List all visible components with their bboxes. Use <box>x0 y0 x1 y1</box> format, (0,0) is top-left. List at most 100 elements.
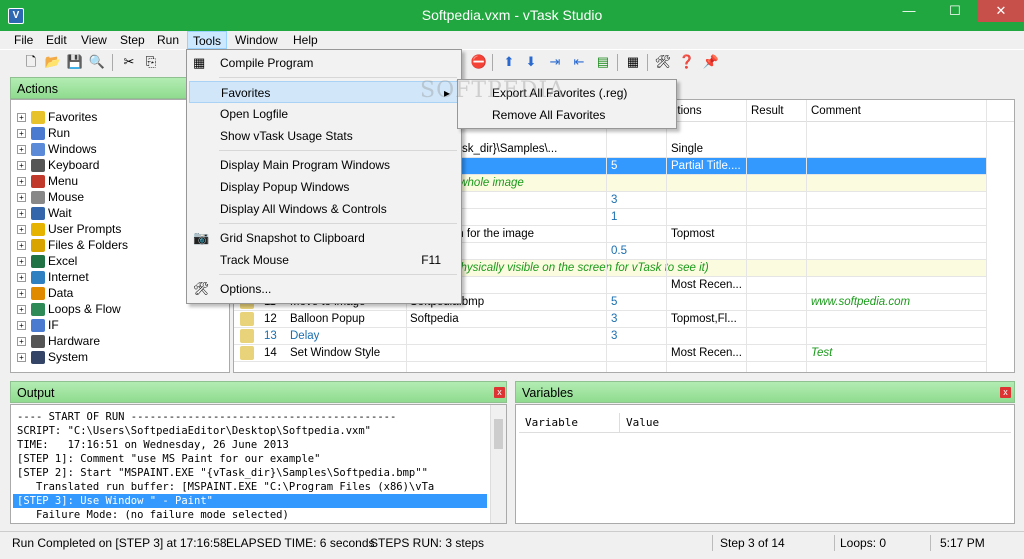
expand-icon[interactable]: + <box>17 353 26 363</box>
print-preview-icon[interactable]: 🔍 <box>88 53 106 71</box>
tools-icon[interactable]: 🛠 <box>654 53 672 71</box>
open-folder-icon[interactable]: 📂 <box>44 53 62 71</box>
tree-item[interactable]: + System <box>17 349 88 365</box>
pin-icon[interactable]: 📌 <box>702 53 720 71</box>
col-value[interactable]: Value <box>626 416 659 429</box>
tree-item[interactable]: + Excel <box>17 253 77 269</box>
expand-icon[interactable]: + <box>17 225 26 235</box>
expand-icon[interactable]: + <box>17 193 26 203</box>
expand-icon[interactable]: + <box>17 177 26 187</box>
cell-comment: Test <box>811 347 833 359</box>
tree-item[interactable]: + Wait <box>17 205 72 221</box>
cell-comment <box>811 243 981 260</box>
move-up-icon[interactable]: ⬆ <box>500 53 518 71</box>
menuitem-display-main-windows[interactable]: Display Main Program Windows <box>189 154 459 176</box>
output-line: [STEP 2]: Start "MSPAINT.EXE "{vTask_dir… <box>17 467 428 479</box>
expand-icon[interactable]: + <box>17 273 26 283</box>
tree-item[interactable]: + Loops & Flow <box>17 301 121 317</box>
expand-icon[interactable]: + <box>17 257 26 267</box>
expand-icon[interactable]: + <box>17 129 26 139</box>
menu-edit[interactable]: Edit <box>41 31 72 49</box>
tree-item[interactable]: + Internet <box>17 269 89 285</box>
move-down-icon[interactable]: ⬇ <box>522 53 540 71</box>
tree-item[interactable]: + User Prompts <box>17 221 121 237</box>
menu-window[interactable]: Window <box>230 31 283 49</box>
cell-comment <box>811 328 981 345</box>
expand-icon[interactable]: + <box>17 161 26 171</box>
cell-param: show the whole image <box>410 177 524 189</box>
expand-icon[interactable]: + <box>17 337 26 347</box>
menu-run[interactable]: Run <box>152 31 184 49</box>
tree-item[interactable]: + Menu <box>17 173 78 189</box>
menu-file[interactable]: File <box>9 31 38 49</box>
menuitem-open-logfile[interactable]: Open Logfile <box>189 103 459 125</box>
output-close-icon[interactable]: x <box>494 387 505 398</box>
expand-icon[interactable]: + <box>17 209 26 219</box>
cut-icon[interactable]: ✂ <box>120 53 138 71</box>
menuitem-favorites[interactable]: Favorites ▸ <box>189 81 459 103</box>
output-scrollbar[interactable] <box>490 405 506 523</box>
menu-step[interactable]: Step <box>115 31 150 49</box>
cell-comment <box>811 226 981 243</box>
tree-item[interactable]: + Files & Folders <box>17 237 128 253</box>
copy-icon[interactable]: ⎘ <box>142 53 160 71</box>
save-icon[interactable]: 💾 <box>66 53 84 71</box>
minimize-button[interactable]: — <box>886 0 932 22</box>
menuitem-track-mouse[interactable]: Track Mouse F11 <box>189 249 459 271</box>
col-header-result[interactable]: Result <box>751 103 784 120</box>
cell-options: Single <box>671 143 703 155</box>
menuitem-remove-favorites[interactable]: Remove All Favorites <box>460 104 674 126</box>
expand-icon[interactable]: + <box>17 289 26 299</box>
scroll-thumb[interactable] <box>494 419 503 449</box>
tree-item[interactable]: + Data <box>17 285 73 301</box>
variables-close-icon[interactable]: x <box>1000 387 1011 398</box>
menu-view[interactable]: View <box>76 31 112 49</box>
cell-result_val: 3 <box>611 313 618 325</box>
menuitem-compile-program[interactable]: Compile Program <box>189 52 459 74</box>
table-row[interactable]: 14 Set Window Style Most Recen... Test <box>234 345 986 362</box>
expand-icon[interactable]: + <box>17 321 26 331</box>
col-variable[interactable]: Variable <box>525 416 578 429</box>
menu-tools[interactable]: Tools <box>187 31 228 49</box>
cell-comment <box>811 192 981 209</box>
expand-icon[interactable]: + <box>17 113 26 123</box>
menuitem-options[interactable]: Options... <box>189 278 459 300</box>
cell-result_val: 1 <box>611 211 618 223</box>
close-button[interactable]: ✕ <box>978 0 1024 22</box>
menuitem-display-all-windows[interactable]: Display All Windows & Controls <box>189 198 459 220</box>
maximize-button[interactable]: ☐ <box>932 0 978 22</box>
output-line: ---- START OF RUN ----------------------… <box>17 411 397 423</box>
cell-options <box>671 328 746 345</box>
menuitem-show-usage-stats[interactable]: Show vTask Usage Stats <box>189 125 459 147</box>
expand-icon[interactable]: + <box>17 145 26 155</box>
keyboard-icon <box>31 159 45 173</box>
grid-icon[interactable]: ▦ <box>624 53 642 71</box>
table-row[interactable]: 13 Delay 3 <box>234 328 986 345</box>
tree-item[interactable]: + IF <box>17 317 59 333</box>
stop-icon[interactable]: ⛔ <box>470 53 488 71</box>
insert-step-icon[interactable]: ▤ <box>594 53 612 71</box>
tree-item[interactable]: + Windows <box>17 141 97 157</box>
tree-item[interactable]: + Keyboard <box>17 157 99 173</box>
expand-icon[interactable]: + <box>17 241 26 251</box>
menuitem-grid-snapshot[interactable]: Grid Snapshot to Clipboard <box>189 227 459 249</box>
menuitem-label: Favorites <box>221 86 271 100</box>
menu-help[interactable]: Help <box>288 31 323 49</box>
tree-item[interactable]: + Run <box>17 125 70 141</box>
steps-run: STEPS RUN: 3 steps <box>370 536 485 550</box>
menuitem-display-popup-windows[interactable]: Display Popup Windows <box>189 176 459 198</box>
outdent-icon[interactable]: ⇤ <box>570 53 588 71</box>
expand-icon[interactable]: + <box>17 305 26 315</box>
cell-result_val: 0.5 <box>611 245 627 257</box>
tree-item[interactable]: + Favorites <box>17 109 97 125</box>
cell-result_val <box>611 141 666 158</box>
table-row[interactable]: 12 Balloon Popup Softpedia 3 Topmost,Fl... <box>234 311 986 328</box>
menuitem-label: Show vTask Usage Stats <box>220 129 353 143</box>
new-file-icon[interactable]: 🗋 <box>22 53 40 71</box>
col-header-comment[interactable]: Comment <box>811 103 861 120</box>
tree-item[interactable]: + Hardware <box>17 333 100 349</box>
indent-icon[interactable]: ⇥ <box>546 53 564 71</box>
help-icon[interactable]: ❓ <box>678 53 696 71</box>
step-type-icon <box>240 329 254 343</box>
tree-item[interactable]: + Mouse <box>17 189 84 205</box>
